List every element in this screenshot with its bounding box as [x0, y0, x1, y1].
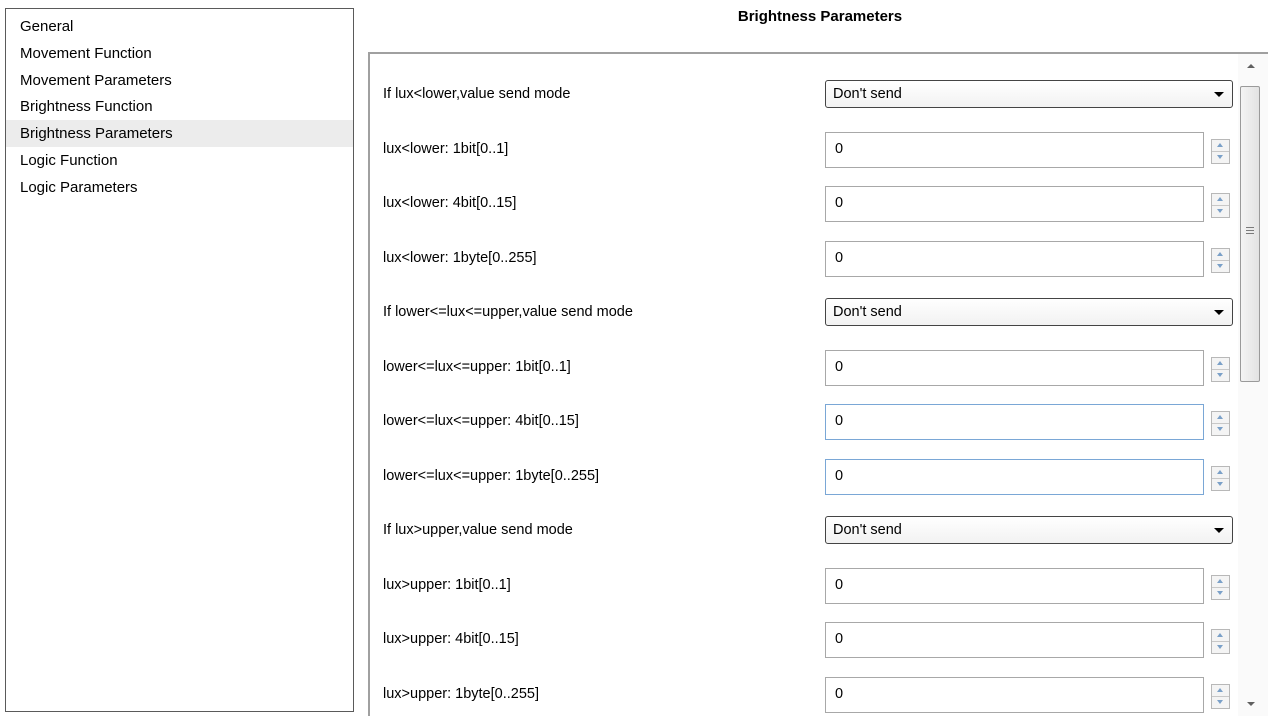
spin-down-arrow-icon[interactable] — [1212, 588, 1229, 599]
chevron-down-icon — [1214, 310, 1224, 315]
input-value: 0 — [835, 467, 844, 484]
parameter-row: lux>upper: 4bit[0..15] 0 — [370, 619, 1230, 659]
parameter-row: If lower<=lux<=upper,value send mode Don'… — [370, 292, 1233, 332]
nav-item-brightness-parameters[interactable]: Brightness Parameters — [6, 120, 353, 147]
parameter-label: lower<=lux<=upper: 4bit[0..15] — [383, 413, 579, 429]
spinner-buttons — [1211, 193, 1230, 218]
spin-down-arrow-icon[interactable] — [1212, 370, 1229, 381]
parameter-label: lux<lower: 4bit[0..15] — [383, 195, 517, 211]
parameter-row: lux<lower: 4bit[0..15] 0 — [370, 183, 1230, 223]
chevron-down-icon — [1214, 92, 1224, 97]
nav-item-movement-function[interactable]: Movement Function — [6, 40, 353, 67]
spin-up-arrow-icon[interactable] — [1212, 358, 1229, 370]
nav-item-general[interactable]: General — [6, 13, 353, 40]
chevron-down-icon — [1214, 528, 1224, 533]
input-value: 0 — [835, 195, 844, 211]
parameter-row: lux<lower: 1byte[0..255] 0 — [370, 238, 1230, 278]
spinner-buttons — [1211, 629, 1230, 654]
value-input[interactable]: 0 — [825, 240, 1204, 277]
parameter-nav: General Movement Function Movement Param… — [5, 8, 354, 712]
parameter-label: lower<=lux<=upper: 1byte[0..255] — [383, 467, 600, 484]
value-input[interactable]: 0 — [825, 131, 1204, 168]
parameter-row: lower<=lux<=upper: 1bit[0..1] 0 — [370, 347, 1230, 387]
nav-item-logic-function[interactable]: Logic Function — [6, 147, 353, 174]
parameter-rows: If lux<lower,value send mode Don't send lu… — [370, 54, 1268, 716]
input-value: 0 — [835, 140, 844, 157]
vertical-scrollbar[interactable] — [1238, 54, 1268, 716]
value-input[interactable]: 0 — [825, 349, 1204, 386]
parameter-label: lux>upper: 4bit[0..15] — [383, 631, 519, 647]
nav-item-brightness-function[interactable]: Brightness Function — [6, 93, 353, 120]
input-value: 0 — [835, 576, 844, 593]
scroll-down-arrow-icon[interactable] — [1247, 702, 1255, 706]
dropdown-value: Don't send — [833, 86, 902, 102]
spin-up-arrow-icon[interactable] — [1212, 249, 1229, 261]
input-value: 0 — [835, 249, 844, 266]
value-input[interactable]: 0 — [825, 567, 1204, 604]
parameter-label: lux<lower: 1byte[0..255] — [383, 249, 537, 266]
parameter-panel: If lux<lower,value send mode Don't send lu… — [368, 52, 1268, 716]
spinner-buttons — [1211, 683, 1230, 709]
nav-item-movement-parameters[interactable]: Movement Parameters — [6, 67, 353, 94]
spin-down-arrow-icon[interactable] — [1212, 261, 1229, 272]
nav-item-logic-parameters[interactable]: Logic Parameters — [6, 174, 353, 201]
value-input[interactable]: 0 — [825, 404, 1204, 440]
input-value: 0 — [835, 358, 844, 375]
parameter-label: lux<lower: 1bit[0..1] — [383, 140, 509, 157]
parameter-label: If lux>upper,value send mode — [383, 522, 573, 538]
scroll-up-arrow-icon[interactable] — [1247, 64, 1255, 68]
spin-up-arrow-icon[interactable] — [1212, 685, 1229, 697]
value-input[interactable]: 0 — [825, 676, 1204, 713]
send-mode-dropdown[interactable]: Don't send — [825, 516, 1233, 544]
value-input[interactable]: 0 — [825, 458, 1204, 495]
spin-down-arrow-icon[interactable] — [1212, 642, 1229, 653]
spinner-buttons — [1211, 411, 1230, 436]
parameter-row: lux>upper: 1bit[0..1] 0 — [370, 565, 1230, 605]
parameter-row: lux>upper: 1byte[0..255] 0 — [370, 674, 1230, 714]
page-title: Brightness Parameters — [737, 8, 903, 25]
spin-down-arrow-icon[interactable] — [1212, 697, 1229, 708]
scroll-thumb[interactable] — [1240, 86, 1260, 382]
dropdown-value: Don't send — [833, 304, 902, 320]
spin-down-arrow-icon[interactable] — [1212, 479, 1229, 490]
input-value: 0 — [835, 413, 844, 429]
parameter-label: lux>upper: 1bit[0..1] — [383, 576, 511, 593]
spin-up-arrow-icon[interactable] — [1212, 194, 1229, 206]
spin-up-arrow-icon[interactable] — [1212, 467, 1229, 479]
parameter-row: If lux>upper,value send mode Don't send — [370, 510, 1233, 550]
parameter-row: If lux<lower,value send mode Don't send — [370, 74, 1233, 114]
send-mode-dropdown[interactable]: Don't send — [825, 298, 1233, 326]
spinner-buttons — [1211, 247, 1230, 273]
parameter-row: lower<=lux<=upper: 1byte[0..255] 0 — [370, 456, 1230, 496]
value-input[interactable]: 0 — [825, 186, 1204, 222]
parameter-label: lux>upper: 1byte[0..255] — [383, 685, 539, 702]
input-value: 0 — [835, 685, 844, 702]
spin-up-arrow-icon[interactable] — [1212, 630, 1229, 642]
parameter-label: If lower<=lux<=upper,value send mode — [383, 304, 633, 320]
app-root: General Movement Function Movement Param… — [0, 0, 1271, 716]
parameter-label: lower<=lux<=upper: 1bit[0..1] — [383, 358, 571, 375]
spin-down-arrow-icon[interactable] — [1212, 424, 1229, 435]
dropdown-value: Don't send — [833, 522, 902, 538]
parameter-row: lux<lower: 1bit[0..1] 0 — [370, 129, 1230, 169]
spinner-buttons — [1211, 356, 1230, 382]
spin-down-arrow-icon[interactable] — [1212, 206, 1229, 217]
spin-up-arrow-icon[interactable] — [1212, 412, 1229, 424]
grip-icon — [1246, 227, 1254, 234]
spinner-buttons — [1211, 138, 1230, 164]
parameter-label: If lux<lower,value send mode — [383, 86, 571, 102]
spinner-buttons — [1211, 574, 1230, 600]
input-value: 0 — [835, 631, 844, 647]
value-input[interactable]: 0 — [825, 622, 1204, 658]
spin-down-arrow-icon[interactable] — [1212, 152, 1229, 163]
spin-up-arrow-icon[interactable] — [1212, 576, 1229, 588]
send-mode-dropdown[interactable]: Don't send — [825, 80, 1233, 108]
spinner-buttons — [1211, 465, 1230, 491]
spin-up-arrow-icon[interactable] — [1212, 140, 1229, 152]
parameter-row: lower<=lux<=upper: 4bit[0..15] 0 — [370, 401, 1230, 441]
